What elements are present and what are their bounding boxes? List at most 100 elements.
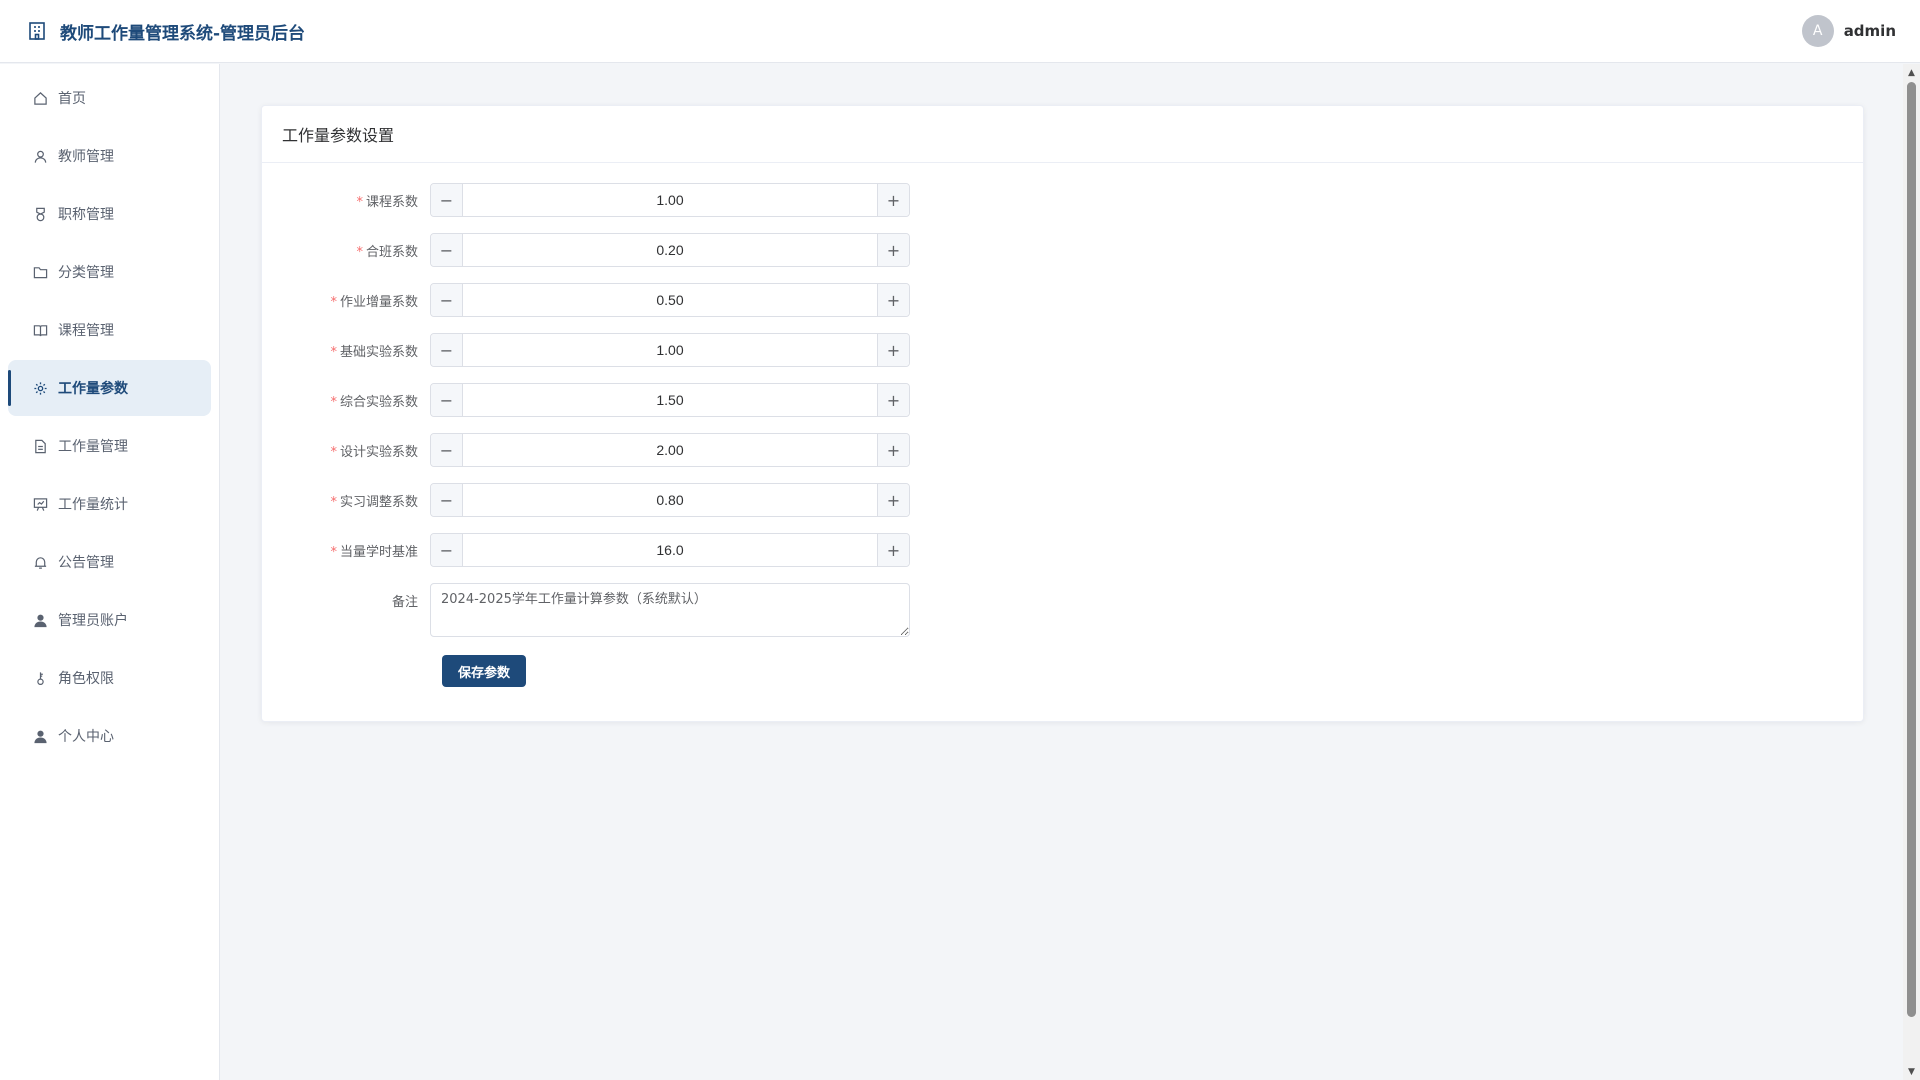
increment-button[interactable]: + [877,284,909,316]
sidebar-item-label: 课程管理 [58,323,114,339]
required-mark: * [330,444,337,460]
gear-icon [32,380,48,396]
field-label: * 当量学时基准 [262,541,430,560]
stepper-input[interactable]: 1.00 [463,184,877,216]
number-stepper: − 0.50 + [430,283,910,317]
number-stepper: − 16.0 + [430,533,910,567]
scroll-down-arrow-icon[interactable]: ▼ [1903,1063,1920,1080]
sidebar-item-admin-accounts[interactable]: 管理员账户 [8,592,211,648]
decrement-button[interactable]: − [431,184,463,216]
username[interactable]: admin [1844,22,1896,40]
user-filled-icon [32,728,48,744]
stepper-input[interactable]: 0.20 [463,234,877,266]
field-label-text: 综合实验系数 [339,394,418,410]
sidebar-item-profile[interactable]: 个人中心 [8,708,211,764]
increment-button[interactable]: + [877,484,909,516]
scroll-up-arrow-icon[interactable]: ▲ [1903,64,1920,81]
scrollbar-thumb[interactable] [1907,82,1916,1017]
field-label: * 课程系数 [262,191,430,210]
sidebar-item-label: 职称管理 [58,207,114,223]
number-stepper: − 0.80 + [430,483,910,517]
stepper-input[interactable]: 16.0 [463,534,877,566]
required-mark: * [356,244,363,260]
sidebar-item-courses[interactable]: 课程管理 [8,302,211,358]
increment-button[interactable]: + [877,384,909,416]
sidebar: 首页 教师管理 职称管理 分类管理 课程管理 工作量参数 工作量管理 工作量统计… [0,64,220,1080]
stepper-input[interactable]: 0.50 [463,284,877,316]
required-mark: * [330,344,337,360]
home-icon [32,90,48,106]
sidebar-item-label: 工作量参数 [58,381,128,397]
sidebar-item-announcements[interactable]: 公告管理 [8,534,211,590]
field-label-text: 作业增量系数 [339,294,418,310]
increment-button[interactable]: + [877,184,909,216]
stepper-input[interactable]: 2.00 [463,434,877,466]
field-design-experiment-coefficient: * 设计实验系数 − 2.00 + [262,433,1863,467]
sidebar-item-label: 工作量统计 [58,497,128,513]
sidebar-item-home[interactable]: 首页 [8,70,211,126]
field-label: * 合班系数 [262,241,430,260]
field-combined-class-coefficient: * 合班系数 − 0.20 + [262,233,1863,267]
sidebar-item-label: 工作量管理 [58,439,128,455]
app-title: 教师工作量管理系统-管理员后台 [60,23,306,44]
field-label-text: 课程系数 [365,194,418,210]
sidebar-item-role-permissions[interactable]: 角色权限 [8,650,211,706]
field-label: * 作业增量系数 [262,291,430,310]
required-mark: * [330,394,337,410]
field-equivalent-hours-baseline: * 当量学时基准 − 16.0 + [262,533,1863,567]
stepper-input[interactable]: 1.00 [463,334,877,366]
document-icon [32,438,48,454]
sidebar-item-label: 个人中心 [58,729,114,745]
sidebar-item-label: 分类管理 [58,265,114,281]
sidebar-item-workload-statistics[interactable]: 工作量统计 [8,476,211,532]
sidebar-item-label: 管理员账户 [58,613,128,629]
sidebar-item-categories[interactable]: 分类管理 [8,244,211,300]
field-comprehensive-experiment-coefficient: * 综合实验系数 − 1.50 + [262,383,1863,417]
decrement-button[interactable]: − [431,384,463,416]
decrement-button[interactable]: − [431,434,463,466]
increment-button[interactable]: + [877,534,909,566]
field-label: * 实习调整系数 [262,491,430,510]
decrement-button[interactable]: − [431,534,463,566]
user-menu[interactable]: A admin [1801,15,1896,47]
number-stepper: − 1.50 + [430,383,910,417]
field-label: * 综合实验系数 [262,391,430,410]
field-label-text: 实习调整系数 [339,494,418,510]
save-params-button[interactable]: 保存参数 [442,655,527,687]
params-form: * 课程系数 − 1.00 + * 合班系数 − 0.20 + * 作业增量系数 − … [262,183,1863,687]
field-label-text: 合班系数 [365,244,418,260]
sidebar-item-workload-params[interactable]: 工作量参数 [8,360,211,416]
number-stepper: − 1.00 + [430,333,910,367]
increment-button[interactable]: + [877,434,909,466]
field-label-text: 设计实验系数 [339,444,418,460]
workload-params-card: 工作量参数设置 * 课程系数 − 1.00 + * 合班系数 − 0.20 + * 作… [261,105,1864,722]
sidebar-item-label: 教师管理 [58,149,114,165]
decrement-button[interactable]: − [431,484,463,516]
required-mark: * [356,194,363,210]
folder-icon [32,264,48,280]
sidebar-item-workload-management[interactable]: 工作量管理 [8,418,211,474]
sidebar-item-label: 角色权限 [58,671,114,687]
decrement-button[interactable]: − [431,234,463,266]
decrement-button[interactable]: − [431,284,463,316]
required-mark: * [330,294,337,310]
decrement-button[interactable]: − [431,334,463,366]
stepper-input[interactable]: 0.80 [463,484,877,516]
remark-textarea[interactable]: 2024-2025学年工作量计算参数（系统默认） [430,583,910,637]
presentation-icon [32,496,48,512]
sidebar-item-label: 公告管理 [58,555,114,571]
number-stepper: − 1.00 + [430,183,910,217]
sidebar-item-titles[interactable]: 职称管理 [8,186,211,242]
user-icon [32,148,48,164]
avatar[interactable]: A [1801,15,1834,47]
page-scrollbar[interactable]: ▲ ▼ [1903,64,1920,1080]
increment-button[interactable]: + [877,234,909,266]
required-mark: * [330,494,337,510]
form-actions: 保存参数 [262,655,1863,687]
bell-icon [32,554,48,570]
brand: 教师工作量管理系统-管理员后台 [26,19,305,44]
user-filled-icon [32,612,48,628]
increment-button[interactable]: + [877,334,909,366]
sidebar-item-teachers[interactable]: 教师管理 [8,128,211,184]
stepper-input[interactable]: 1.50 [463,384,877,416]
